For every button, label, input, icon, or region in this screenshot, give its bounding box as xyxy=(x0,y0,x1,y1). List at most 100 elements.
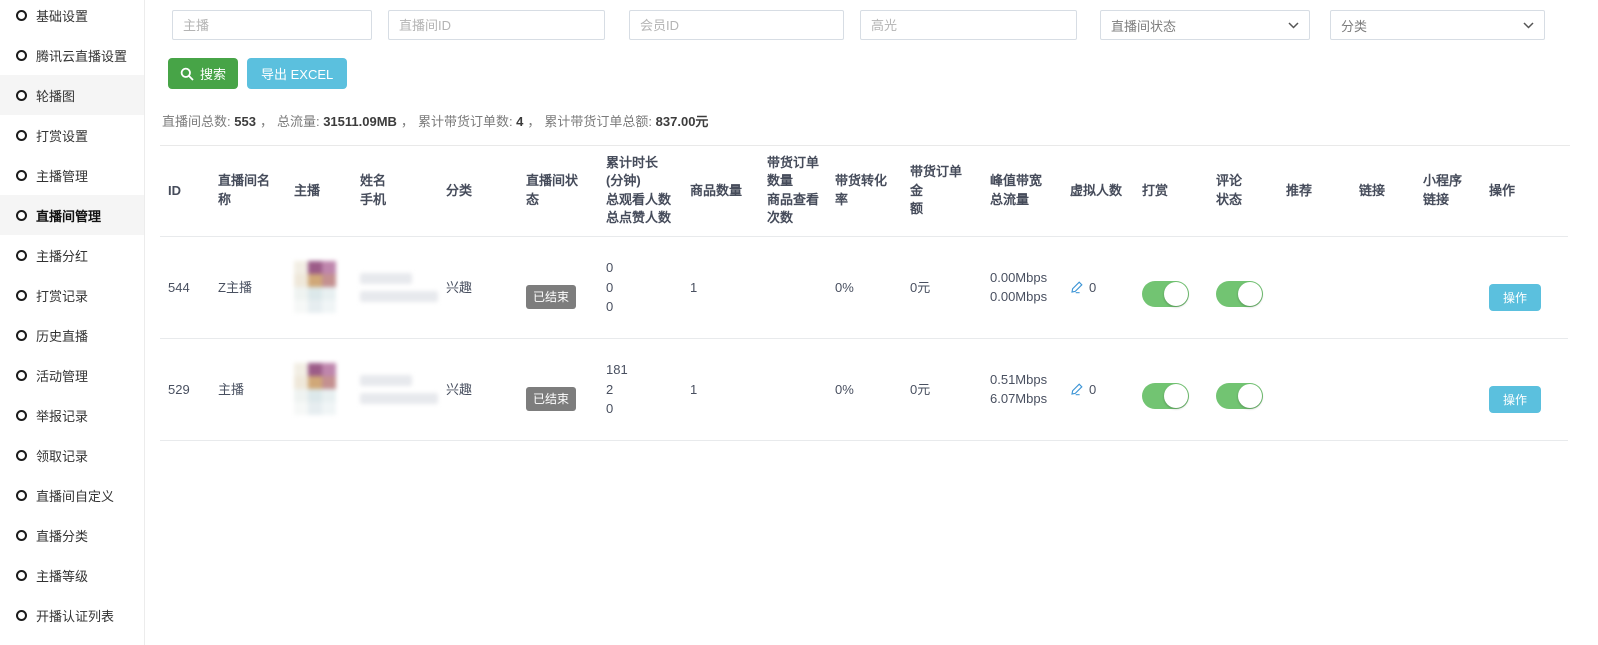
cell-recommend xyxy=(1278,338,1351,440)
search-button[interactable]: 搜索 xyxy=(168,58,238,89)
sidebar-item[interactable]: 活动管理 xyxy=(0,355,144,395)
search-icon xyxy=(180,67,194,81)
sidebar-item[interactable]: 直播分类 xyxy=(0,515,144,555)
cell-order-amount: 0元 xyxy=(902,236,982,338)
cell-status: 已结束 xyxy=(518,236,598,338)
filters-bar: 直播间状态 分类 xyxy=(172,10,1570,40)
sidebar-item[interactable]: 主播管理 xyxy=(0,155,144,195)
cell-room-name: Z主播 xyxy=(210,236,286,338)
column-header: 操作 xyxy=(1481,146,1568,236)
cell-bandwidth: 0.51Mbps 6.07Mbps xyxy=(982,338,1062,440)
cell-comment-status xyxy=(1208,236,1278,338)
comment-toggle[interactable] xyxy=(1216,281,1263,307)
cell-duration-stats: 0 0 0 xyxy=(598,236,682,338)
stat-value: 31511.09MB xyxy=(323,114,397,129)
sidebar-item-label: 打赏设置 xyxy=(36,126,88,145)
column-header: 直播间状态 xyxy=(518,146,598,236)
radio-circle-icon xyxy=(16,250,27,261)
sidebar-item-label: 轮播图 xyxy=(36,86,75,105)
member-id-input[interactable] xyxy=(629,10,844,40)
sidebar-item[interactable]: 直播间自定义 xyxy=(0,475,144,515)
status-badge: 已结束 xyxy=(526,387,576,411)
stat-label: 累计带货订单总额: xyxy=(544,114,655,129)
edit-icon[interactable] xyxy=(1070,280,1084,294)
anchor-avatar xyxy=(294,363,336,415)
column-header: 评论 状态 xyxy=(1208,146,1278,236)
sidebar-item[interactable]: 主播等级 xyxy=(0,555,144,595)
column-header: 带货转化率 xyxy=(827,146,902,236)
cell-conversion-rate: 0% xyxy=(827,338,902,440)
cell-category: 兴趣 xyxy=(438,338,518,440)
toolbar: 搜索 导出 EXCEL xyxy=(168,58,1570,89)
cell-name-phone xyxy=(352,236,438,338)
action-button[interactable]: 操作 xyxy=(1489,284,1541,311)
sidebar-item-label: 举报记录 xyxy=(36,406,88,425)
anchor-input[interactable] xyxy=(172,10,372,40)
sidebar-item-label: 基础设置 xyxy=(36,6,88,25)
cell-anchor xyxy=(286,338,352,440)
sidebar-item[interactable]: 基础设置 xyxy=(0,0,144,35)
cell-goods-count: 1 xyxy=(682,236,759,338)
sidebar-item-label: 开播认证列表 xyxy=(36,606,114,625)
sidebar-item-label: 历史直播 xyxy=(36,326,88,345)
room-status-select[interactable]: 直播间状态 xyxy=(1100,10,1310,40)
export-excel-button[interactable]: 导出 EXCEL xyxy=(247,58,347,89)
cell-link xyxy=(1351,338,1415,440)
redacted-name-phone xyxy=(360,375,430,404)
sidebar-item[interactable]: 打赏记录 xyxy=(0,275,144,315)
cell-room-name: 主播 xyxy=(210,338,286,440)
sidebar-item-label: 直播间管理 xyxy=(36,206,101,225)
sidebar-item[interactable]: 举报记录 xyxy=(0,395,144,435)
cell-virtual-count: 0 xyxy=(1062,236,1134,338)
radio-circle-icon xyxy=(16,10,27,21)
sidebar-item[interactable]: 轮播图 xyxy=(0,75,144,115)
column-header: 推荐 xyxy=(1278,146,1351,236)
stats-bar: 直播间总数: 553，总流量: 31511.09MB，累计带货订单数: 4，累计… xyxy=(160,111,1570,146)
reward-toggle[interactable] xyxy=(1142,281,1189,307)
sidebar-item[interactable]: 主播分红 xyxy=(0,235,144,275)
reward-toggle[interactable] xyxy=(1142,383,1189,409)
sidebar-item-label: 打赏记录 xyxy=(36,286,88,305)
column-header: 带货订单金 额 xyxy=(902,146,982,236)
category-select-value: 分类 xyxy=(1341,16,1367,35)
cell-reward xyxy=(1134,338,1208,440)
room-id-input[interactable] xyxy=(388,10,605,40)
cell-comment-status xyxy=(1208,338,1278,440)
cell-conversion-rate: 0% xyxy=(827,236,902,338)
sidebar-item-label: 主播等级 xyxy=(36,566,88,585)
sidebar-item[interactable]: 开播认证列表 xyxy=(0,595,144,635)
edit-icon[interactable] xyxy=(1070,382,1084,396)
table-body: 544 Z主播 兴趣 已结束 0 0 0 1 0% 0元 0.00Mbps 0.… xyxy=(160,236,1568,440)
comment-toggle[interactable] xyxy=(1216,383,1263,409)
radio-circle-icon xyxy=(16,330,27,341)
cell-mini-link xyxy=(1415,338,1481,440)
column-header: ID xyxy=(160,146,210,236)
radio-circle-icon xyxy=(16,90,27,101)
cell-order-stats xyxy=(759,236,827,338)
category-select[interactable]: 分类 xyxy=(1330,10,1545,40)
column-header: 带货订单 数量 商品查看 次数 xyxy=(759,146,827,236)
sidebar-item-label: 直播间自定义 xyxy=(36,486,114,505)
sidebar-item[interactable]: 历史直播 xyxy=(0,315,144,355)
sidebar-item[interactable]: 领取记录 xyxy=(0,435,144,475)
sidebar-item-label: 领取记录 xyxy=(36,446,88,465)
cell-recommend xyxy=(1278,236,1351,338)
column-header: 打赏 xyxy=(1134,146,1208,236)
virtual-count-value: 0 xyxy=(1089,380,1096,400)
cell-bandwidth: 0.00Mbps 0.00Mbps xyxy=(982,236,1062,338)
sidebar-item[interactable]: 腾讯云直播设置 xyxy=(0,35,144,75)
radio-circle-icon xyxy=(16,490,27,501)
radio-circle-icon xyxy=(16,290,27,301)
sidebar-menu: 基础设置 腾讯云直播设置 轮播图 打赏设置 主播管理 直播间管理 主播分红 打赏… xyxy=(0,0,144,635)
cell-status: 已结束 xyxy=(518,338,598,440)
cell-reward xyxy=(1134,236,1208,338)
highlight-input[interactable] xyxy=(860,10,1077,40)
sidebar-item[interactable]: 打赏设置 xyxy=(0,115,144,155)
action-button[interactable]: 操作 xyxy=(1489,386,1541,413)
radio-circle-icon xyxy=(16,450,27,461)
sidebar-item[interactable]: 直播间管理 xyxy=(0,195,144,235)
cell-id: 529 xyxy=(160,338,210,440)
stat-label: 总流量: xyxy=(277,114,323,129)
room-status-select-value: 直播间状态 xyxy=(1111,16,1176,35)
cell-order-amount: 0元 xyxy=(902,338,982,440)
